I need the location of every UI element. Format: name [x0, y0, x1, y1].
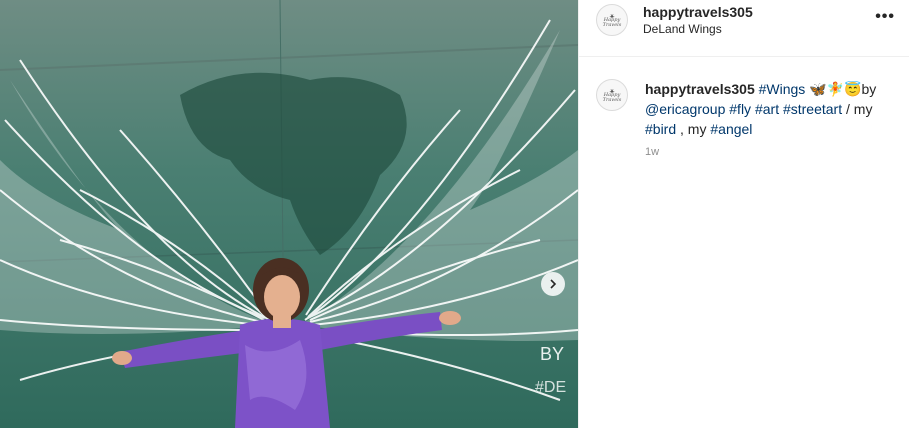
avatar[interactable]: ⚹ Happy Travels [596, 4, 628, 36]
caption-avatar-logo: ⚹ Happy Travels [597, 86, 627, 103]
caption-avatar-logo-text: Happy Travels [602, 91, 622, 103]
caption-text: , my [676, 121, 711, 137]
post-timestamp[interactable]: 1w [645, 146, 659, 158]
mention-ericagroup[interactable]: @ericagroup [645, 101, 725, 117]
more-options-icon[interactable]: ••• [875, 8, 895, 26]
caption-avatar[interactable]: ⚹ Happy Travels [596, 79, 628, 111]
mural-text-hashtag: #DE [535, 379, 566, 396]
post-username[interactable]: happytravels305 [643, 4, 753, 20]
hashtag-art[interactable]: #art [755, 101, 779, 117]
caption-text: 🦋🧚😇by [805, 81, 877, 97]
hashtag-angel[interactable]: #angel [710, 121, 752, 137]
hashtag-streetart[interactable]: #streetart [783, 101, 842, 117]
post-header: ⚹ Happy Travels happytravels305 DeLand W… [579, 0, 909, 57]
avatar-logo-text: Happy Travels [602, 16, 622, 28]
post-location[interactable]: DeLand Wings [643, 22, 722, 36]
angel-wings-mural-image: BY #DE [0, 0, 578, 428]
next-photo-button[interactable] [541, 272, 565, 296]
caption-text: / my [842, 101, 873, 117]
caption-username[interactable]: happytravels305 [645, 81, 755, 97]
post-photo[interactable]: BY #DE [0, 0, 578, 428]
post-details-panel: ⚹ Happy Travels happytravels305 DeLand W… [578, 0, 909, 428]
hashtag-bird[interactable]: #bird [645, 121, 676, 137]
hashtag-wings[interactable]: #Wings [759, 81, 806, 97]
avatar-logo: ⚹ Happy Travels [597, 11, 627, 28]
chevron-right-icon [550, 279, 557, 289]
hashtag-fly[interactable]: #fly [729, 101, 751, 117]
post-caption: happytravels305 #Wings 🦋🧚😇by @ericagroup… [645, 79, 897, 139]
mural-text-by: BY [540, 344, 564, 364]
